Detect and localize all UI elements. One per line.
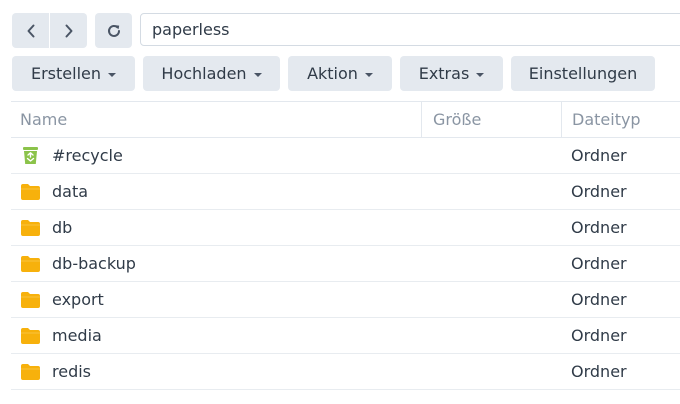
row-name: export [52,290,104,309]
row-type: Ordner [571,182,627,201]
column-resize-handle[interactable] [421,102,422,138]
table-row[interactable]: media Ordner [11,318,680,354]
row-name: redis [52,362,92,381]
history-nav [12,13,87,48]
table-row[interactable]: db Ordner [11,210,680,246]
row-name: media [52,326,102,345]
back-button[interactable] [12,13,49,48]
folder-icon [21,184,40,200]
folder-icon [21,292,40,308]
upload-button[interactable]: Hochladen [143,56,280,91]
chevron-left-icon [27,24,34,37]
file-station-window: paperless Erstellen Hochladen Aktion Ext… [0,0,680,404]
column-header-name[interactable]: Name [20,102,67,138]
row-type: Ordner [571,218,627,237]
extras-label: Extras [418,64,470,83]
caret-down-icon [364,72,373,77]
recycle-bin-icon [23,147,38,164]
folder-icon [21,256,40,272]
refresh-button[interactable] [95,13,132,48]
row-type: Ordner [571,326,627,345]
row-type: Ordner [571,290,627,309]
extras-button[interactable]: Extras [400,56,503,91]
row-name: #recycle [52,146,123,165]
row-type: Ordner [571,254,627,273]
table-row[interactable]: db-backup Ordner [11,246,680,282]
row-name: db-backup [52,254,136,273]
create-button[interactable]: Erstellen [12,56,135,91]
column-resize-handle[interactable] [561,102,562,138]
caret-down-icon [476,72,485,77]
settings-button[interactable]: Einstellungen [511,56,655,91]
create-label: Erstellen [30,64,101,83]
chevron-right-icon [65,24,72,37]
path-field[interactable]: paperless [140,13,680,46]
refresh-icon [107,24,120,37]
row-name: db [52,218,73,237]
settings-label: Einstellungen [528,64,638,83]
caret-down-icon [108,72,116,77]
folder-icon [21,220,40,236]
row-type: Ordner [571,146,627,165]
folder-icon [21,364,40,380]
action-label: Aktion [307,64,358,83]
folder-icon [21,328,40,344]
table-row[interactable]: redis Ordner [11,354,680,390]
caret-down-icon [253,72,262,77]
table-header: Name Größe Dateityp [11,102,680,138]
table-row[interactable]: data Ordner [11,174,680,210]
column-header-type[interactable]: Dateityp [572,102,641,138]
row-type: Ordner [571,362,627,381]
forward-button[interactable] [50,13,87,48]
table-row[interactable]: export Ordner [11,282,680,318]
table-row[interactable]: #recycle Ordner [11,138,680,174]
column-header-size[interactable]: Größe [433,102,481,138]
action-button[interactable]: Aktion [288,56,392,91]
upload-label: Hochladen [161,64,247,83]
row-name: data [52,182,89,201]
